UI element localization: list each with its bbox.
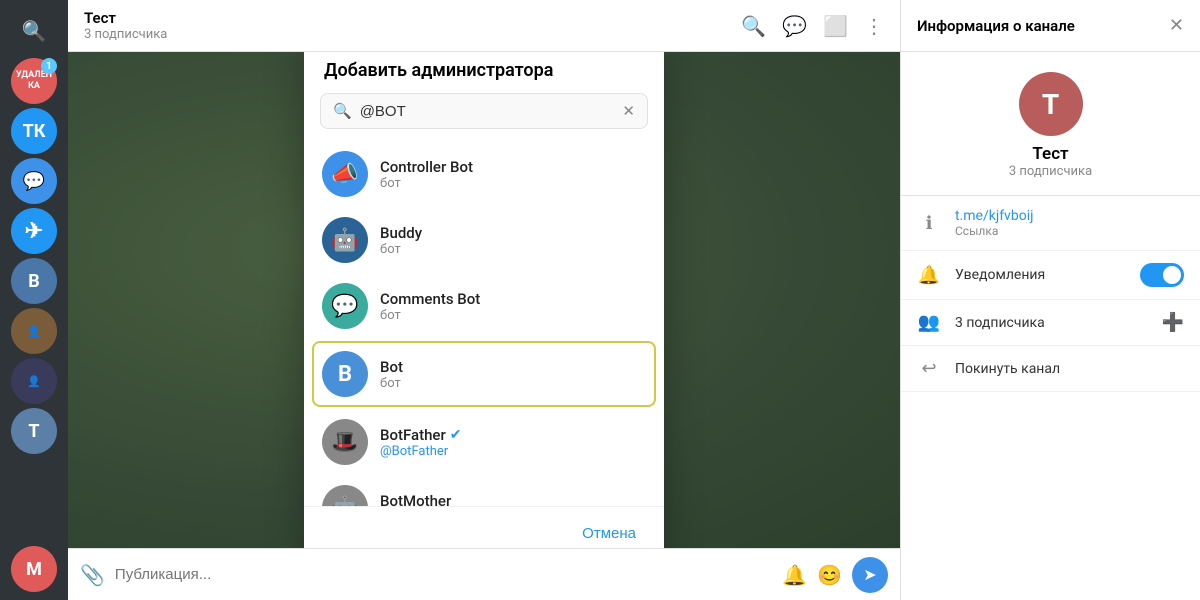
right-panel: Информация о канале ✕ Т Тест 3 подписчик… xyxy=(900,0,1200,600)
verified-icon: ✔ xyxy=(450,427,462,443)
item-name: Controller Bot xyxy=(380,158,646,176)
item-info: Controller Bot бот xyxy=(380,158,646,191)
info-icon: ℹ xyxy=(917,213,941,234)
cancel-button[interactable]: Отмена xyxy=(570,519,648,548)
info-row-subscribers[interactable]: 👥 3 подписчика ➕ xyxy=(901,300,1200,346)
modal-list-item-bot[interactable]: B Bot бот xyxy=(312,341,656,407)
modal-list-item-comments-bot[interactable]: 💬 Comments Bot бот xyxy=(304,273,664,339)
item-avatar: B xyxy=(322,351,368,397)
notifications-label: Уведомления xyxy=(955,267,1045,283)
send-button[interactable]: ➤ xyxy=(852,557,888,593)
sidebar-item-tk[interactable]: ТК xyxy=(11,108,57,154)
item-sub: бот xyxy=(380,176,646,191)
emoji-icon[interactable]: 😊 xyxy=(817,563,842,587)
sidebar-item-udalenka[interactable]: УДАЛЕНКА 1 xyxy=(11,58,57,104)
modal-list-item-buddy[interactable]: 🤖 Buddy бот xyxy=(304,207,664,273)
sidebar-item-active[interactable]: Т xyxy=(11,408,57,454)
item-name: Comments Bot xyxy=(380,290,646,308)
chat-body: Добавить администратора 🔍 ✕ 📣 Controller… xyxy=(68,52,900,548)
modal-overlay: Добавить администратора 🔍 ✕ 📣 Controller… xyxy=(68,52,900,548)
header-more-icon[interactable]: ⋮ xyxy=(864,14,884,38)
item-sub: бот xyxy=(380,242,646,257)
header-icons: 🔍 💬 ⬜ ⋮ xyxy=(741,14,884,38)
info-row-notifications: 🔔 Уведомления xyxy=(901,251,1200,300)
item-name: Buddy xyxy=(380,224,646,242)
item-avatar-letter: B xyxy=(338,362,352,387)
channel-avatar: Т xyxy=(1019,72,1083,136)
item-info: BotFather ✔ @BotFather xyxy=(380,426,646,459)
modal-search-container[interactable]: 🔍 ✕ xyxy=(320,93,648,129)
link-sublabel: Ссылка xyxy=(955,224,1033,238)
item-avatar: 📣 xyxy=(322,151,368,197)
item-name: BotFather ✔ xyxy=(380,426,646,444)
channel-info-section: Т Тест 3 подписчика xyxy=(901,52,1200,196)
sidebar-item-chat[interactable]: 💬 xyxy=(11,158,57,204)
chat-title: Тест xyxy=(84,9,167,27)
item-avatar-symbol: 💬 xyxy=(331,294,358,319)
item-avatar: 💬 xyxy=(322,283,368,329)
item-avatar: 🤖 xyxy=(322,217,368,263)
attachment-icon[interactable]: 📎 xyxy=(80,563,105,587)
item-avatar: 🎩 xyxy=(322,419,368,465)
item-info: Bot бот xyxy=(380,358,646,391)
item-avatar-symbol: 🤖 xyxy=(331,228,358,253)
channel-link[interactable]: t.me/kjfvboij xyxy=(955,208,1033,224)
leave-label: Покинуть канал xyxy=(955,361,1060,377)
sidebar-item-telegram[interactable]: ✈ xyxy=(11,208,57,254)
chat-input-bar: 📎 🔔 😊 ➤ xyxy=(68,548,900,600)
item-avatar: 🤖 xyxy=(322,485,368,506)
item-name: BotMother xyxy=(380,492,646,507)
modal-list-item-botmother[interactable]: 🤖 BotMother бот xyxy=(304,475,664,506)
modal-clear-icon[interactable]: ✕ xyxy=(622,102,635,120)
item-sub: @BotFather xyxy=(380,444,646,459)
bell-info-icon: 🔔 xyxy=(917,265,941,286)
channel-name: Тест xyxy=(1032,144,1068,164)
right-panel-title: Информация о канале xyxy=(917,17,1169,35)
notifications-toggle[interactable] xyxy=(1140,263,1184,287)
item-info: BotMother бот xyxy=(380,492,646,507)
item-avatar-symbol: 🎩 xyxy=(331,430,358,455)
header-chat-icon[interactable]: 💬 xyxy=(782,14,807,38)
subscribers-label: 3 подписчика xyxy=(955,315,1045,331)
subscribers-icon: 👥 xyxy=(917,312,941,333)
sidebar: 🔍 УДАЛЕНКА 1 ТК 💬 ✈ В 👤 👤 Т М xyxy=(0,0,68,600)
sidebar-search-icon[interactable]: 🔍 xyxy=(11,8,57,54)
header-layout-icon[interactable]: ⬜ xyxy=(823,14,848,38)
modal-results-list: 📣 Controller Bot бот 🤖 Buddy бот xyxy=(304,137,664,506)
info-row-link[interactable]: ℹ t.me/kjfvboij Ссылка xyxy=(901,196,1200,251)
info-row-leave[interactable]: ↩ Покинуть канал xyxy=(901,346,1200,392)
item-info: Buddy бот xyxy=(380,224,646,257)
item-avatar-symbol: 🤖 xyxy=(331,496,358,507)
channel-subs: 3 подписчика xyxy=(1009,164,1092,179)
modal-footer: Отмена xyxy=(304,506,664,548)
modal-list-item-botfather[interactable]: 🎩 BotFather ✔ @BotFather xyxy=(304,409,664,475)
item-avatar-symbol: 📣 xyxy=(331,162,358,187)
sidebar-item-m[interactable]: М xyxy=(11,546,57,592)
item-name: Bot xyxy=(380,358,646,376)
message-input[interactable] xyxy=(115,566,772,583)
sidebar-item-vk[interactable]: В xyxy=(11,258,57,304)
modal-list-item-controller-bot[interactable]: 📣 Controller Bot бот xyxy=(304,141,664,207)
right-panel-close[interactable]: ✕ xyxy=(1169,15,1184,36)
header-search-icon[interactable]: 🔍 xyxy=(741,14,766,38)
item-sub: бот xyxy=(380,376,646,391)
right-panel-header: Информация о канале ✕ xyxy=(901,0,1200,52)
bell-icon[interactable]: 🔔 xyxy=(782,563,807,587)
sidebar-item-photo1[interactable]: 👤 xyxy=(11,308,57,354)
main-chat-area: Тест 3 подписчика 🔍 💬 ⬜ ⋮ Добавить админ… xyxy=(68,0,900,600)
modal-search-input[interactable] xyxy=(360,103,615,120)
sidebar-item-photo2[interactable]: 👤 xyxy=(11,358,57,404)
chat-subtitle: 3 подписчика xyxy=(84,27,167,42)
chat-header: Тест 3 подписчика 🔍 💬 ⬜ ⋮ xyxy=(68,0,900,52)
add-subscriber-icon[interactable]: ➕ xyxy=(1162,312,1184,333)
add-admin-modal: Добавить администратора 🔍 ✕ 📣 Controller… xyxy=(304,52,664,548)
item-sub: бот xyxy=(380,308,646,323)
leave-icon: ↩ xyxy=(917,358,941,379)
modal-title: Добавить администратора xyxy=(304,52,664,93)
item-info: Comments Bot бот xyxy=(380,290,646,323)
modal-search-icon: 🔍 xyxy=(333,102,352,120)
